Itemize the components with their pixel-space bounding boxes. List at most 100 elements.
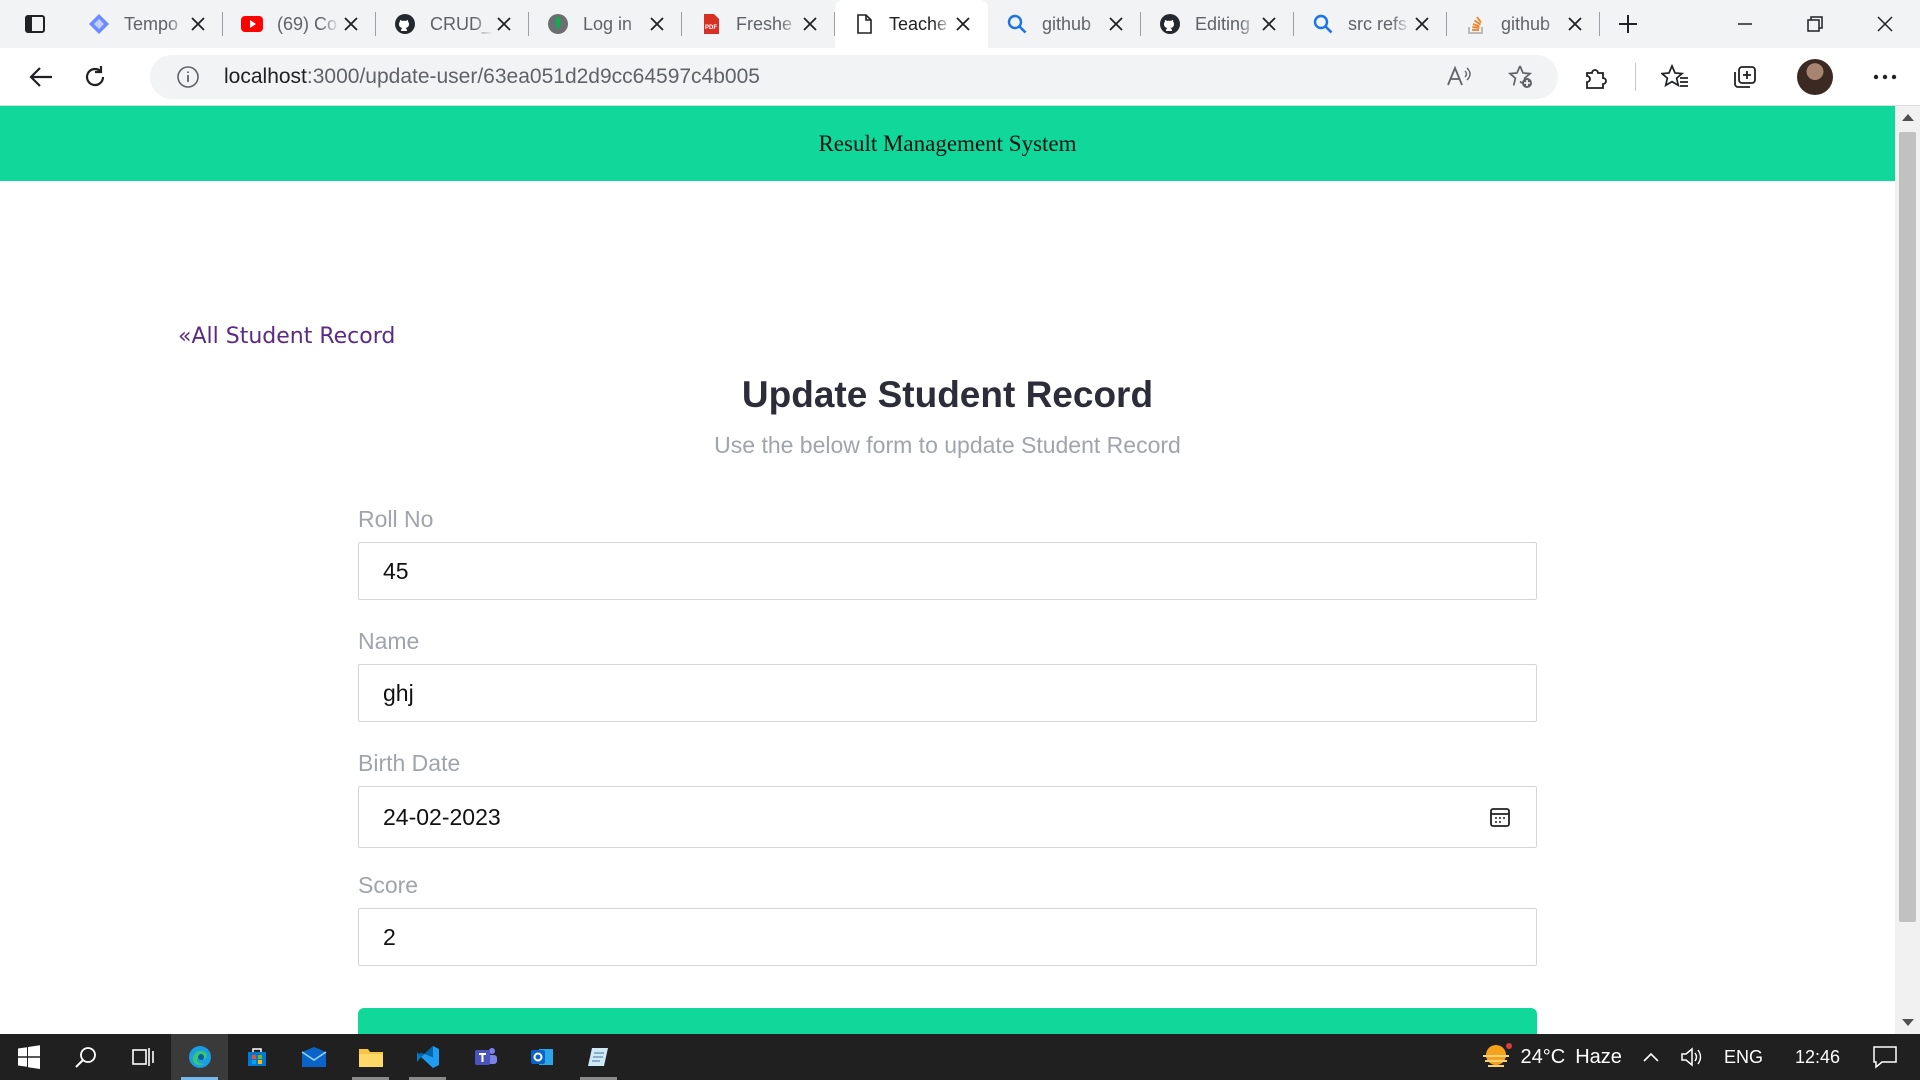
task-view-icon <box>131 1048 154 1066</box>
favorites-icon <box>1661 64 1688 88</box>
puzzle-icon <box>1586 69 1607 89</box>
minimize-icon <box>1738 23 1752 25</box>
task-view-button[interactable] <box>114 1034 171 1080</box>
app-title: Result Management System <box>818 130 1077 156</box>
weather-widget[interactable]: 24°C Haze <box>1469 1034 1632 1080</box>
edge-icon <box>188 1046 211 1068</box>
notifications-button[interactable] <box>1862 1034 1920 1080</box>
input-language-button[interactable]: ENG <box>1714 1034 1773 1080</box>
github-icon <box>1159 13 1181 35</box>
all-student-record-link[interactable]: «All Student Record <box>178 324 395 349</box>
clock-time: 12:46 <box>1794 1046 1840 1067</box>
taskbar-search-button[interactable] <box>57 1034 114 1080</box>
taskbar-explorer-button[interactable] <box>342 1034 399 1080</box>
browser-tab[interactable]: Editing <box>1141 0 1294 48</box>
close-tab-icon[interactable] <box>187 13 209 35</box>
browser-tab[interactable]: github <box>1447 0 1600 48</box>
vscode-icon <box>416 1046 439 1068</box>
taskbar-vscode-button[interactable] <box>399 1034 456 1080</box>
add-favorite-button[interactable] <box>1494 54 1548 100</box>
restore-icon <box>1807 16 1823 32</box>
browser-tab[interactable]: Teache <box>835 0 988 48</box>
toolbar-divider <box>1635 63 1636 91</box>
chevron-up-icon <box>1643 1052 1659 1062</box>
tab-title: Freshe <box>736 13 793 34</box>
browser-tab[interactable]: Tempo <box>70 0 223 48</box>
refresh-button[interactable] <box>68 54 122 100</box>
tab-actions-button[interactable] <box>0 0 70 48</box>
page-title: Update Student Record <box>741 374 1154 415</box>
tab-title: (69) Co <box>277 13 338 34</box>
close-tab-icon[interactable] <box>1411 13 1433 35</box>
browser-tab[interactable]: src refs <box>1294 0 1447 48</box>
scroll-down-arrow-icon[interactable] <box>1902 1019 1914 1026</box>
show-hidden-icons-button[interactable] <box>1632 1034 1670 1080</box>
close-tab-icon[interactable] <box>340 13 362 35</box>
extensions-button[interactable] <box>1561 54 1631 100</box>
close-tab-icon[interactable] <box>1258 13 1280 35</box>
info-icon[interactable] <box>176 65 200 89</box>
url-text[interactable]: localhost:3000/update-user/63ea051d2d9cc… <box>224 65 760 89</box>
browser-tab[interactable]: CRUD_ <box>376 0 529 48</box>
new-tab-button[interactable] <box>1600 0 1656 48</box>
browser-tab[interactable]: (69) Co <box>223 0 376 48</box>
tab-title: src refs <box>1348 13 1408 34</box>
mail-icon <box>301 1047 326 1067</box>
arrow-left-icon <box>29 66 52 87</box>
scroll-up-arrow-icon[interactable] <box>1902 114 1914 121</box>
taskbar-outlook-button[interactable] <box>513 1034 570 1080</box>
volume-button[interactable] <box>1670 1034 1714 1080</box>
close-tab-icon[interactable] <box>952 13 974 35</box>
page-subtitle: Use the below form to update Student Rec… <box>714 432 1181 458</box>
browser-tab[interactable]: Log in <box>529 0 682 48</box>
star-add-icon <box>1508 65 1533 88</box>
search-icon <box>1006 13 1028 35</box>
close-icon <box>1877 16 1893 32</box>
windows-taskbar: 24°C Haze ENG 12:46 <box>0 1034 1920 1080</box>
start-button[interactable] <box>0 1034 57 1080</box>
weather-haze-icon <box>1482 1043 1512 1067</box>
browser-tab[interactable]: PDF Freshe <box>682 0 835 48</box>
page-scrollbar[interactable] <box>1895 106 1920 1034</box>
refresh-icon <box>85 65 105 86</box>
tab-title: Editing <box>1195 13 1251 34</box>
address-bar[interactable]: localhost:3000/update-user/63ea051d2d9cc… <box>150 55 1558 99</box>
app-header: Result Management System <box>0 106 1895 181</box>
avatar <box>1797 59 1833 95</box>
collections-icon <box>1734 66 1756 88</box>
score-input[interactable]: 2 <box>358 908 1537 966</box>
taskbar-mail-button[interactable] <box>285 1034 342 1080</box>
minimize-button[interactable] <box>1710 0 1780 48</box>
browser-tab[interactable]: github <box>988 0 1141 48</box>
svg-text:PDF: PDF <box>705 25 717 31</box>
profile-button[interactable] <box>1780 54 1850 100</box>
close-tab-icon[interactable] <box>646 13 668 35</box>
close-tab-icon[interactable] <box>1105 13 1127 35</box>
clock-button[interactable]: 12:46 <box>1773 1034 1862 1080</box>
close-tab-icon[interactable] <box>1564 13 1586 35</box>
close-window-button[interactable] <box>1850 0 1920 48</box>
roll-no-input[interactable]: 45 <box>358 542 1537 600</box>
taskbar-store-button[interactable] <box>228 1034 285 1080</box>
taskbar-edge-button[interactable] <box>171 1034 228 1080</box>
read-aloud-button[interactable] <box>1432 54 1486 100</box>
tab-title: Log in <box>583 13 633 34</box>
taskbar-notes-button[interactable] <box>570 1034 627 1080</box>
name-value: ghj <box>383 679 414 706</box>
birth-date-input[interactable]: 24-02-2023 <box>358 786 1537 848</box>
scroll-thumb[interactable] <box>1899 132 1916 922</box>
calendar-icon[interactable] <box>1488 805 1512 829</box>
save-button[interactable] <box>358 1008 1537 1034</box>
speaker-icon <box>1681 1047 1702 1067</box>
taskbar-teams-button[interactable] <box>456 1034 513 1080</box>
favorites-button[interactable] <box>1640 54 1710 100</box>
close-tab-icon[interactable] <box>493 13 515 35</box>
name-input[interactable]: ghj <box>358 664 1537 722</box>
tab-title: Tempo <box>124 13 179 34</box>
close-tab-icon[interactable] <box>799 13 821 35</box>
restore-button[interactable] <box>1780 0 1850 48</box>
menu-button[interactable] <box>1850 54 1920 100</box>
browser-toolbar: localhost:3000/update-user/63ea051d2d9cc… <box>0 48 1920 106</box>
back-button[interactable] <box>14 54 68 100</box>
collections-button[interactable] <box>1710 54 1780 100</box>
